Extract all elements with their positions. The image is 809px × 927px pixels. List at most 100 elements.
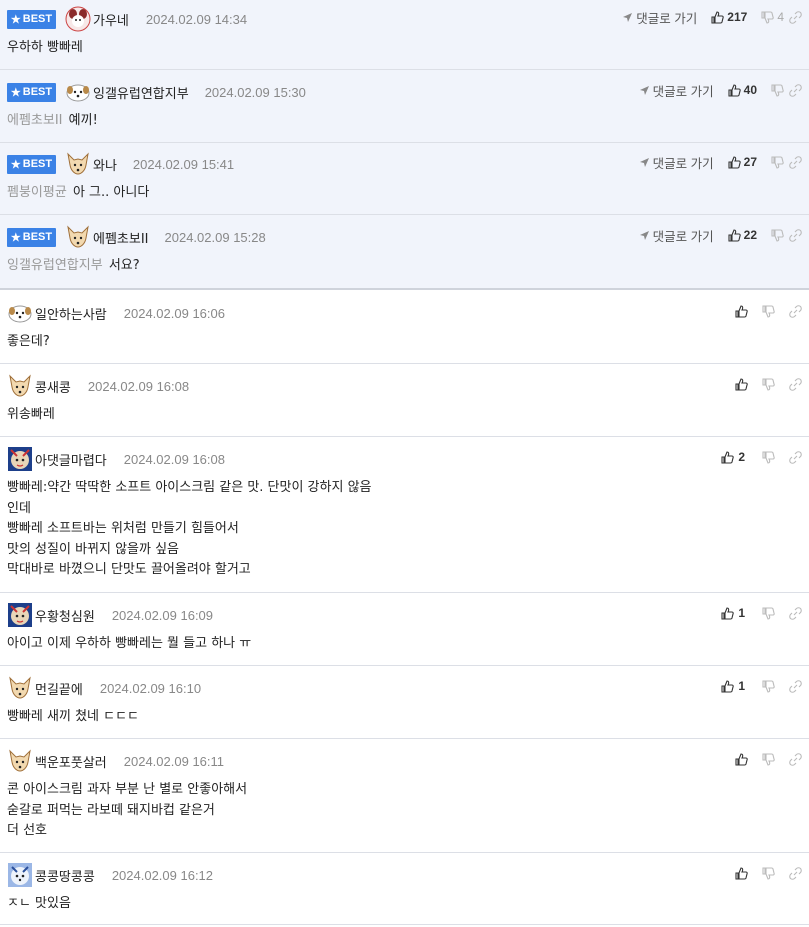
upvote-button[interactable]: 1: [718, 606, 762, 620]
avatar[interactable]: [7, 748, 33, 774]
copy-link-button[interactable]: [789, 377, 802, 391]
thumbs-down-icon: [761, 10, 775, 24]
thumbs-up-icon: [721, 679, 735, 693]
upvote-button[interactable]: [735, 304, 762, 318]
copy-link-button[interactable]: [789, 155, 802, 169]
downvote-button[interactable]: [762, 752, 789, 766]
nickname[interactable]: 가우네: [93, 10, 129, 29]
downvote-button[interactable]: [762, 606, 789, 620]
avatar[interactable]: [65, 6, 91, 32]
nickname[interactable]: 일안하는사람: [35, 304, 107, 323]
copy-link-button[interactable]: [789, 752, 802, 766]
upvote-button[interactable]: [735, 752, 762, 766]
copy-link-button[interactable]: [789, 228, 802, 242]
copy-link-button[interactable]: [789, 450, 802, 464]
copy-link-button[interactable]: [789, 304, 802, 318]
link-icon: [789, 304, 802, 318]
comment: 우황청심원 2024.02.09 16:09 1 아이고 이제 우하하 빵빠레는…: [0, 602, 809, 662]
upvote-button[interactable]: 40: [728, 83, 757, 97]
upvote-button[interactable]: [735, 866, 762, 880]
downvote-button[interactable]: 4: [761, 10, 784, 24]
thumbs-down-icon: [771, 155, 784, 169]
thumbs-down-icon: [762, 377, 775, 391]
nickname[interactable]: 백운포풋살러: [35, 752, 107, 771]
thumbs-up-icon: [721, 450, 735, 464]
upvote-count: 22: [743, 228, 757, 242]
upvote-button[interactable]: 1: [718, 679, 762, 693]
comment: 먼길끝에 2024.02.09 16:10 1 빵빠레 새끼 쳤네 ㄷㄷㄷ: [0, 675, 809, 735]
goto-reply-link[interactable]: 댓글로 가기: [639, 81, 714, 100]
best-badge: ★ BEST: [7, 82, 56, 102]
downvote-button[interactable]: [762, 679, 789, 693]
copy-link-button[interactable]: [789, 679, 802, 693]
avatar[interactable]: [65, 151, 91, 177]
nickname[interactable]: 먼길끝에: [35, 679, 83, 698]
comment-body: 빵빠레:약간 딱딱한 소프트 아이스크림 같은 맛. 단맛이 강하지 않음 인데…: [7, 480, 372, 577]
downvote-button[interactable]: [762, 866, 789, 880]
nickname[interactable]: 우황청심원: [35, 606, 95, 625]
goto-reply-link[interactable]: 댓글로 가기: [639, 226, 714, 245]
downvote-button[interactable]: [771, 155, 784, 169]
downvote-button[interactable]: [771, 83, 784, 97]
comment-header: 먼길끝에 2024.02.09 16:10: [7, 675, 201, 701]
nickname[interactable]: 에펨초보II: [93, 228, 149, 247]
comment-header: 아댓글마렵다 2024.02.09 16:08: [7, 446, 225, 472]
copy-link-button[interactable]: [789, 83, 802, 97]
upvote-count: 27: [743, 155, 757, 169]
comment-body: 잉갤유럽연합지부 서요?: [7, 258, 140, 273]
link-icon: [789, 10, 802, 24]
goto-reply-link[interactable]: 댓글로 가기: [622, 8, 697, 27]
mention[interactable]: 잉갤유럽연합지부: [7, 258, 103, 273]
send-arrow-icon: [639, 230, 649, 240]
upvote-button[interactable]: 22: [728, 228, 757, 242]
avatar[interactable]: [7, 446, 33, 472]
divider: [0, 592, 809, 593]
link-icon: [789, 377, 802, 391]
copy-link-button[interactable]: [789, 10, 802, 24]
upvote-button[interactable]: 2: [718, 450, 762, 464]
upvote-button[interactable]: [735, 377, 762, 391]
best-comment: ★ BEST 에펨초보II 2024.02.09 15:28 댓글로 가기 22 …: [0, 224, 809, 286]
avatar[interactable]: [7, 602, 33, 628]
divider: [0, 142, 809, 143]
copy-link-button[interactable]: [789, 606, 802, 620]
thumbs-down-icon: [771, 83, 784, 97]
goto-reply-link[interactable]: 댓글로 가기: [639, 153, 714, 172]
comment-body: 에펨초보II 예끼!: [7, 113, 98, 128]
divider: [0, 69, 809, 70]
nickname[interactable]: 잉갤유럽연합지부: [93, 83, 189, 102]
mention[interactable]: 에펨초보II: [7, 113, 63, 128]
avatar[interactable]: [7, 862, 33, 888]
downvote-count: 4: [777, 10, 784, 24]
divider: [0, 738, 809, 739]
avatar[interactable]: [7, 373, 33, 399]
link-icon: [789, 679, 802, 693]
upvote-count: 1: [738, 679, 745, 693]
downvote-button[interactable]: [771, 228, 784, 242]
thumbs-up-icon: [735, 377, 748, 391]
comment-body: 위송빠레: [7, 407, 55, 422]
link-icon: [789, 606, 802, 620]
comment-header: 콩콩땅콩콩 2024.02.09 16:12: [7, 862, 213, 888]
divider: [0, 665, 809, 666]
comment-header: 우황청심원 2024.02.09 16:09: [7, 602, 213, 628]
nickname[interactable]: 와나: [93, 155, 117, 174]
thumbs-down-icon: [762, 752, 775, 766]
downvote-button[interactable]: [762, 450, 789, 464]
best-comment: ★ BEST 가우네 2024.02.09 14:34 댓글로 가기 217 4 …: [0, 6, 809, 68]
avatar[interactable]: [7, 300, 33, 326]
comment: 일안하는사람 2024.02.09 16:06 좋은데?: [0, 300, 809, 360]
mention[interactable]: 펨붕이평균: [7, 185, 67, 200]
copy-link-button[interactable]: [789, 866, 802, 880]
nickname[interactable]: 콩새콩: [35, 377, 71, 396]
best-comment: ★ BEST 와나 2024.02.09 15:41 댓글로 가기 27 펨붕이평…: [0, 151, 809, 213]
upvote-button[interactable]: 217: [711, 10, 747, 24]
avatar[interactable]: [7, 675, 33, 701]
avatar[interactable]: [65, 79, 91, 105]
downvote-button[interactable]: [762, 377, 789, 391]
downvote-button[interactable]: [762, 304, 789, 318]
nickname[interactable]: 콩콩땅콩콩: [35, 866, 95, 885]
nickname[interactable]: 아댓글마렵다: [35, 450, 107, 469]
upvote-button[interactable]: 27: [728, 155, 757, 169]
avatar[interactable]: [65, 224, 91, 250]
